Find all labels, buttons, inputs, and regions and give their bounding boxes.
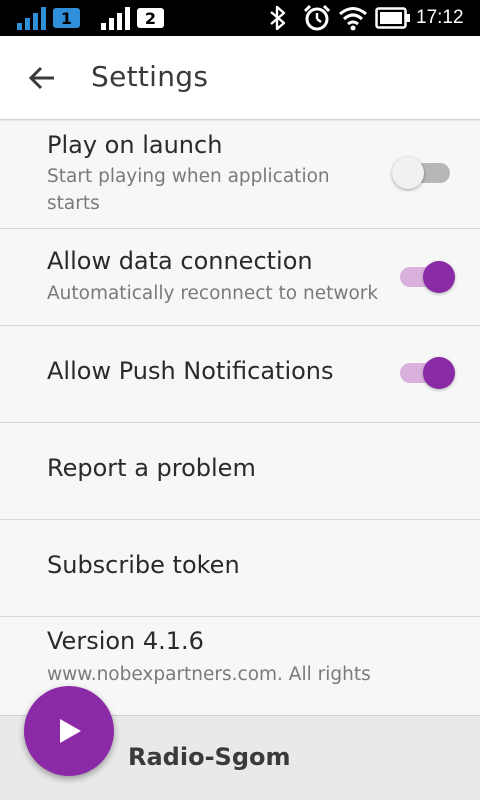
setting-play-on-launch[interactable]: Play on launch Start playing when applic… (0, 121, 480, 229)
app-header: Settings (0, 36, 480, 120)
sim1-signal: 1 (16, 0, 80, 36)
wifi-icon (339, 7, 367, 31)
setting-title: Allow data connection (47, 247, 313, 275)
toggle-thumb (423, 261, 455, 293)
setting-report-problem[interactable]: Report a problem (0, 423, 480, 520)
data-connection-toggle[interactable] (398, 257, 458, 297)
alarm-status (303, 0, 331, 36)
station-name: Radio-Sgom (128, 743, 291, 771)
signal-bars-icon (17, 7, 46, 30)
back-button[interactable] (22, 58, 62, 98)
bluetooth-icon (270, 5, 286, 31)
play-on-launch-toggle[interactable] (392, 153, 458, 193)
sim2-signal: 2 (100, 0, 164, 36)
setting-subtitle: Automatically reconnect to network (47, 283, 379, 304)
clock: 17:12 (416, 7, 464, 28)
setting-subscribe-token[interactable]: Subscribe token (0, 520, 480, 617)
wifi-status (338, 0, 368, 36)
battery-icon (375, 7, 410, 29)
setting-title: Version 4.1.6 (47, 627, 204, 655)
page-title: Settings (91, 60, 209, 93)
setting-title: Report a problem (47, 454, 256, 482)
setting-allow-push-notifications[interactable]: Allow Push Notifications (0, 326, 480, 423)
sim2-badge: 2 (137, 8, 164, 28)
setting-title: Play on launch (47, 131, 223, 159)
setting-title: Subscribe token (47, 551, 240, 579)
arrow-left-icon (28, 66, 54, 90)
setting-title: Allow Push Notifications (47, 357, 334, 385)
setting-subtitle: Start playing when application starts (47, 166, 330, 214)
play-icon (60, 719, 81, 743)
push-notifications-toggle[interactable] (398, 353, 458, 393)
play-button[interactable] (24, 686, 114, 776)
battery-status (375, 0, 411, 36)
signal-bars-icon (101, 7, 130, 30)
toggle-thumb (423, 357, 455, 389)
bluetooth-status (268, 0, 288, 36)
sim1-badge: 1 (53, 8, 80, 28)
setting-subtitle: www.nobexpartners.com. All rights (47, 664, 371, 685)
setting-allow-data-connection[interactable]: Allow data connection Automatically reco… (0, 229, 480, 326)
alarm-icon (303, 4, 331, 31)
status-bar: 1 2 17:12 (0, 0, 480, 36)
toggle-thumb (392, 157, 424, 189)
